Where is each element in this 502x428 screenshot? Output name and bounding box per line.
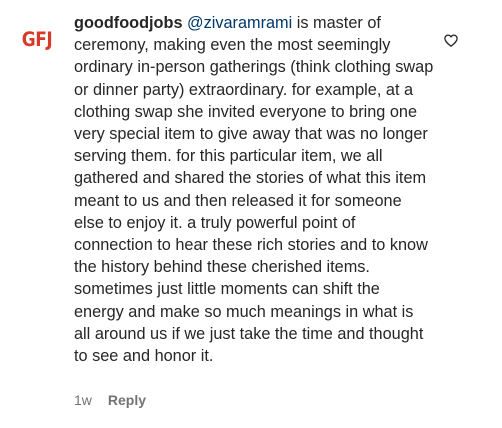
comment: GFJ goodfoodjobs @zivaramrami is master … xyxy=(0,0,502,428)
comment-text: is master of ceremony, making even the m… xyxy=(74,14,434,366)
heart-outline-icon[interactable] xyxy=(444,34,458,48)
goodfoodjobs-logo-icon: GFJ xyxy=(21,28,53,52)
comment-mention[interactable]: @zivaramrami xyxy=(187,14,292,32)
comment-meta: 1w Reply xyxy=(74,392,146,408)
comment-username[interactable]: goodfoodjobs xyxy=(74,14,183,32)
comment-timestamp[interactable]: 1w xyxy=(74,392,92,408)
comment-body: goodfoodjobs @zivaramrami is master of c… xyxy=(74,12,434,367)
reply-button[interactable]: Reply xyxy=(108,392,146,408)
avatar[interactable]: GFJ xyxy=(18,21,56,59)
